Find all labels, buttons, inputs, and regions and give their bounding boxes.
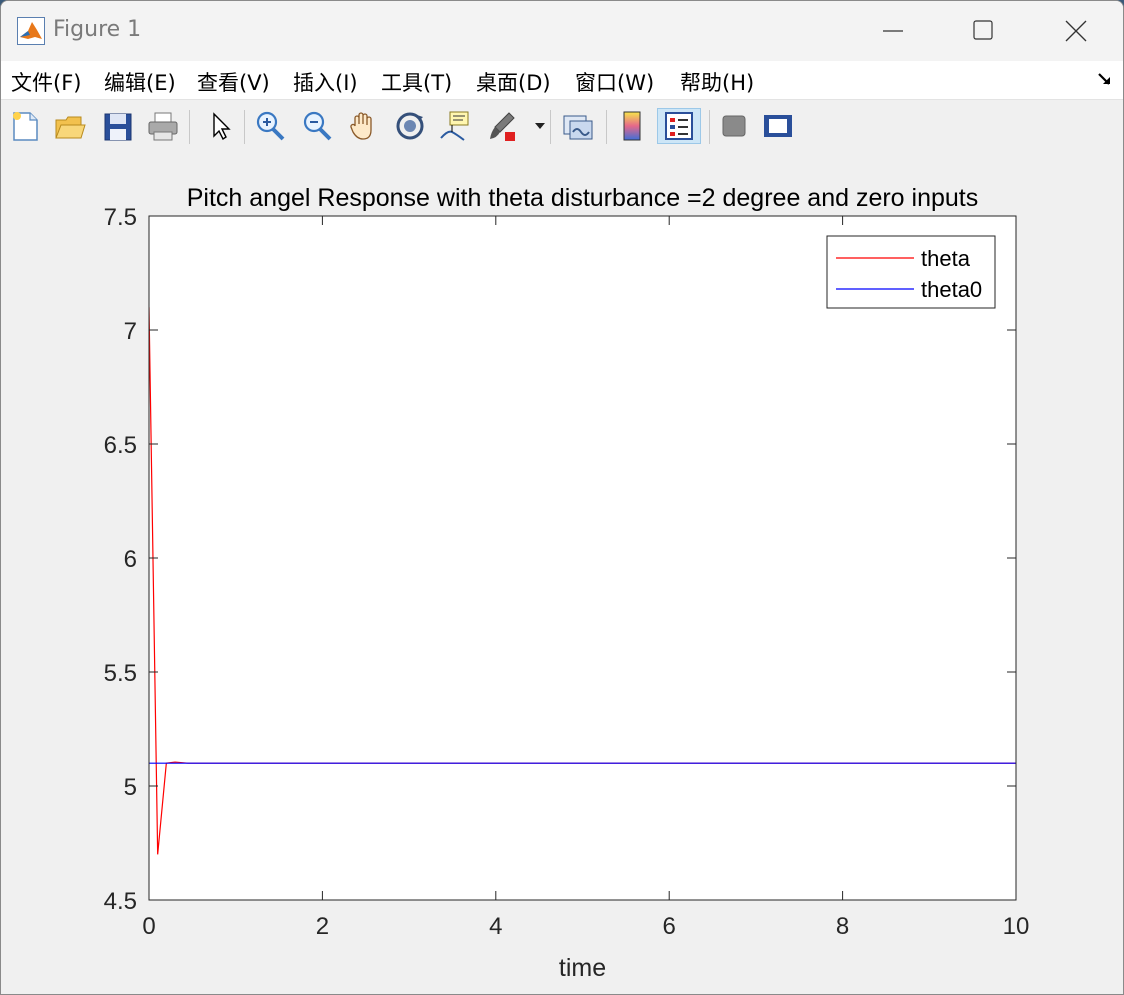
save-button[interactable] — [101, 108, 135, 144]
figure-window: Figure 1 文件(F) 编辑(E) 查看(V) 插入(I) 工具(T) 桌… — [0, 0, 1124, 995]
link-plot-button[interactable] — [561, 108, 595, 144]
save-icon — [104, 113, 132, 141]
toolbar-separator — [189, 110, 190, 144]
matlab-app-icon — [17, 17, 45, 45]
menu-help[interactable]: 帮助(H) — [680, 67, 754, 97]
zoom-in-button[interactable] — [254, 108, 288, 144]
legend-button[interactable] — [657, 108, 701, 144]
dock-arrow-icon[interactable] — [1097, 71, 1113, 87]
legend-label: theta0 — [921, 277, 982, 302]
x-axis-label: time — [559, 954, 606, 982]
pan-hand-icon — [350, 112, 372, 140]
menu-desktop[interactable]: 桌面(D) — [476, 67, 551, 97]
data-cursor-button[interactable] — [438, 108, 472, 144]
y-tick-label: 6 — [124, 546, 137, 573]
colorbar-button[interactable] — [615, 108, 649, 144]
toolbar-separator — [606, 110, 607, 144]
x-tick-label: 10 — [1003, 913, 1030, 940]
figure-canvas: 0 2 4 6 8 10 4.5 5 5.5 6 6.5 7 7.5 Pitch angel Respon… — [1, 154, 1123, 994]
x-tick-label: 0 — [142, 913, 155, 940]
colorbar-icon — [623, 111, 641, 141]
menu-window[interactable]: 窗口(W) — [575, 67, 654, 97]
y-tick-label: 7 — [124, 318, 137, 345]
new-figure-icon — [13, 112, 38, 141]
hide-plot-tools-button[interactable] — [717, 108, 751, 144]
minimize-icon — [883, 30, 903, 32]
toolbar-separator — [244, 110, 245, 144]
menu-insert[interactable]: 插入(I) — [293, 67, 358, 97]
window-title: Figure 1 — [53, 17, 142, 42]
legend-label: theta — [921, 246, 971, 271]
menu-bar: 文件(F) 编辑(E) 查看(V) 插入(I) 工具(T) 桌面(D) 窗口(W… — [1, 61, 1123, 100]
plot-svg[interactable]: 0 2 4 6 8 10 4.5 5 5.5 6 6.5 7 7.5 Pitch angel Respon… — [1, 154, 1123, 994]
rotate-3d-icon — [396, 112, 424, 140]
figure-toolbar — [1, 100, 1123, 155]
x-tick-label: 8 — [836, 913, 849, 940]
close-icon — [1065, 20, 1087, 42]
zoom-in-icon — [256, 111, 285, 141]
menu-edit[interactable]: 编辑(E) — [104, 67, 176, 97]
y-tick-label: 5 — [124, 774, 137, 801]
pan-button[interactable] — [347, 108, 381, 144]
x-tick-label: 6 — [663, 913, 676, 940]
brush-button[interactable] — [485, 108, 519, 144]
toolbar-separator — [709, 110, 710, 144]
x-tick-label: 4 — [489, 913, 502, 940]
zoom-out-icon — [303, 111, 332, 141]
maximize-button[interactable] — [943, 1, 1023, 61]
data-cursor-icon — [440, 111, 469, 141]
y-tick-label: 4.5 — [104, 888, 137, 915]
link-plot-icon — [563, 115, 593, 140]
brush-icon — [490, 112, 515, 141]
toolbar-separator — [550, 110, 551, 144]
brush-dropdown-icon[interactable] — [534, 120, 546, 132]
y-tick-label: 5.5 — [104, 660, 137, 687]
y-tick-label: 7.5 — [104, 204, 137, 231]
hide-plot-tools-icon — [722, 115, 746, 137]
minimize-button[interactable] — [853, 1, 933, 61]
legend-icon — [665, 112, 693, 140]
chart-title: Pitch angel Response with theta disturba… — [187, 184, 979, 212]
pointer-icon — [213, 112, 231, 141]
show-plot-tools-icon — [764, 115, 792, 137]
y-tick-label: 6.5 — [104, 432, 137, 459]
rotate-3d-button[interactable] — [393, 108, 427, 144]
print-button[interactable] — [146, 108, 180, 144]
menu-view[interactable]: 查看(V) — [197, 67, 270, 97]
title-bar[interactable]: Figure 1 — [1, 1, 1123, 61]
print-icon — [148, 112, 178, 141]
show-plot-tools-button[interactable] — [761, 108, 795, 144]
open-folder-icon — [55, 116, 86, 139]
close-button[interactable] — [1035, 1, 1115, 61]
maximize-icon — [973, 20, 993, 40]
menu-file[interactable]: 文件(F) — [11, 67, 81, 97]
zoom-out-button[interactable] — [301, 108, 335, 144]
axes-background — [149, 216, 1016, 900]
menu-tools[interactable]: 工具(T) — [381, 67, 452, 97]
open-button[interactable] — [53, 108, 87, 144]
new-figure-button[interactable] — [9, 108, 43, 144]
pointer-button[interactable] — [203, 108, 237, 144]
x-tick-label: 2 — [316, 913, 329, 940]
